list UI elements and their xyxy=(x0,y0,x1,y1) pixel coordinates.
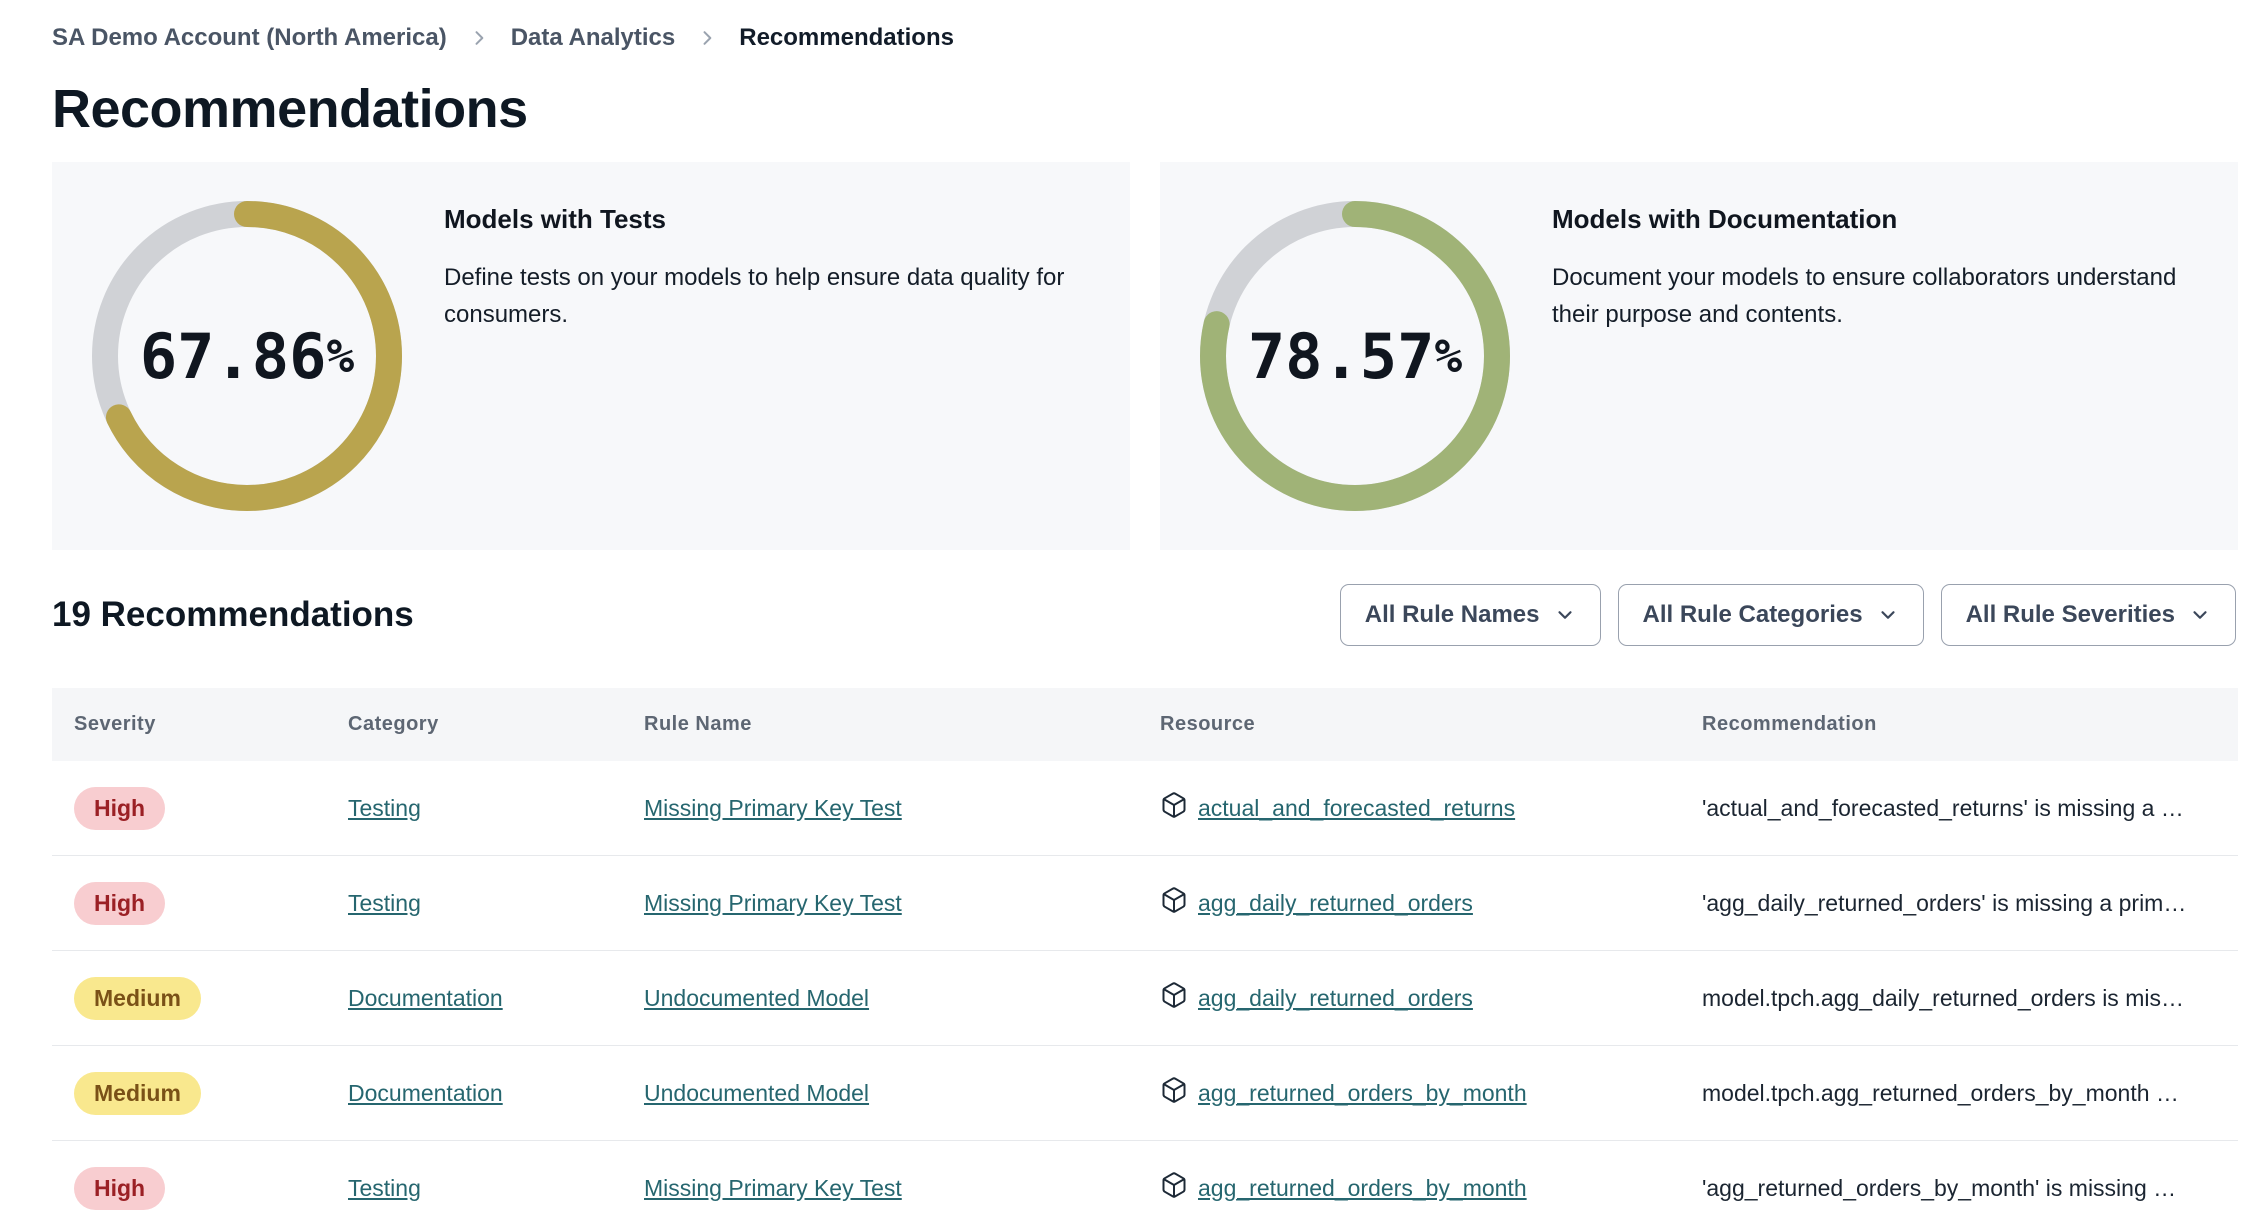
column-header-severity: Severity xyxy=(74,713,156,735)
breadcrumb-item-account[interactable]: SA Demo Account (North America) xyxy=(52,24,447,52)
recommendation-text: 'agg_daily_returned_orders' is missing a… xyxy=(1702,889,2187,916)
chevron-down-icon xyxy=(1554,604,1576,626)
filter-rule-categories-button[interactable]: All Rule Categories xyxy=(1617,584,1924,646)
table-row: Medium Documentation Undocumented Model … xyxy=(52,1046,2238,1141)
rule-name-link[interactable]: Missing Primary Key Test xyxy=(644,795,902,821)
tests-donut-chart: 67.86% xyxy=(92,201,402,511)
filter-rule-names-button[interactable]: All Rule Names xyxy=(1339,584,1601,646)
recommendation-text: 'actual_and_forecasted_returns' is missi… xyxy=(1702,794,2184,821)
severity-badge: High xyxy=(74,1166,166,1210)
documentation-percent-value: 78.57% xyxy=(1247,319,1463,393)
card-title: Models with Documentation xyxy=(1552,204,1898,234)
chevron-right-icon xyxy=(469,28,489,48)
severity-badge: Medium xyxy=(74,976,201,1020)
table-header: Severity Category Rule Name Resource Rec… xyxy=(52,688,2238,761)
card-text: Models with Tests Define tests on your m… xyxy=(444,162,1090,333)
recommendations-table: Severity Category Rule Name Resource Rec… xyxy=(52,688,2238,1220)
table-row: High Testing Missing Primary Key Test ag… xyxy=(52,1141,2238,1220)
resource-link[interactable]: agg_returned_orders_by_month xyxy=(1198,1080,1527,1107)
resource-link[interactable]: actual_and_forecasted_returns xyxy=(1198,795,1515,822)
recommendation-text: model.tpch.agg_returned_orders_by_month … xyxy=(1702,1079,2179,1106)
severity-badge: High xyxy=(74,786,166,830)
severity-badge: High xyxy=(74,881,166,925)
table-row: Medium Documentation Undocumented Model … xyxy=(52,951,2238,1046)
category-link[interactable]: Testing xyxy=(348,795,421,821)
tests-percent-value: 67.86% xyxy=(139,319,355,393)
summary-cards: 67.86% Models with Tests Define tests on… xyxy=(52,162,2238,550)
rule-name-link[interactable]: Undocumented Model xyxy=(644,1080,869,1106)
recommendations-page: SA Demo Account (North America) Data Ana… xyxy=(0,0,2248,1220)
rule-name-link[interactable]: Missing Primary Key Test xyxy=(644,890,902,916)
card-models-with-documentation: 78.57% Models with Documentation Documen… xyxy=(1160,162,2238,550)
resource-link[interactable]: agg_daily_returned_orders xyxy=(1198,985,1473,1012)
breadcrumb-item-current: Recommendations xyxy=(739,24,954,51)
chevron-down-icon xyxy=(2189,604,2211,626)
breadcrumb-item-project[interactable]: Data Analytics xyxy=(511,24,676,52)
chevron-down-icon xyxy=(1877,604,1899,626)
column-header-rule-name: Rule Name xyxy=(644,713,752,735)
model-box-icon xyxy=(1160,981,1188,1015)
filter-label: All Rule Categories xyxy=(1642,601,1863,628)
category-link[interactable]: Testing xyxy=(348,890,421,916)
column-header-recommendation: Recommendation xyxy=(1702,713,1877,735)
column-header-category: Category xyxy=(348,713,439,735)
model-box-icon xyxy=(1160,791,1188,825)
rule-name-link[interactable]: Missing Primary Key Test xyxy=(644,1175,902,1201)
table-row: High Testing Missing Primary Key Test ag… xyxy=(52,856,2238,951)
recommendation-text: model.tpch.agg_daily_returned_orders is … xyxy=(1702,984,2184,1011)
card-models-with-tests: 67.86% Models with Tests Define tests on… xyxy=(52,162,1130,550)
recommendations-count-heading: 19 Recommendations xyxy=(52,595,414,634)
card-text: Models with Documentation Document your … xyxy=(1552,162,2198,333)
model-box-icon xyxy=(1160,886,1188,920)
recommendation-text: 'agg_returned_orders_by_month' is missin… xyxy=(1702,1174,2177,1201)
resource-link[interactable]: agg_returned_orders_by_month xyxy=(1198,1175,1527,1202)
filter-group: All Rule Names All Rule Categories All R… xyxy=(1339,584,2236,646)
card-description: Define tests on your models to help ensu… xyxy=(444,264,1065,329)
table-row: High Testing Missing Primary Key Test ac… xyxy=(52,761,2238,856)
filter-rule-severities-button[interactable]: All Rule Severities xyxy=(1940,584,2236,646)
breadcrumb: SA Demo Account (North America) Data Ana… xyxy=(52,24,2238,52)
page-title: Recommendations xyxy=(52,79,528,139)
severity-badge: Medium xyxy=(74,1071,201,1115)
card-description: Document your models to ensure collabora… xyxy=(1552,264,2177,329)
column-header-resource: Resource xyxy=(1160,713,1256,735)
card-title: Models with Tests xyxy=(444,204,666,234)
category-link[interactable]: Testing xyxy=(348,1175,421,1201)
table-toolbar: 19 Recommendations All Rule Names All Ru… xyxy=(52,584,2238,646)
documentation-donut-chart: 78.57% xyxy=(1200,201,1510,511)
filter-label: All Rule Names xyxy=(1364,601,1540,628)
rule-name-link[interactable]: Undocumented Model xyxy=(644,985,869,1011)
model-box-icon xyxy=(1160,1171,1188,1205)
resource-link[interactable]: agg_daily_returned_orders xyxy=(1198,890,1473,917)
model-box-icon xyxy=(1160,1076,1188,1110)
filter-label: All Rule Severities xyxy=(1965,601,2175,628)
chevron-right-icon xyxy=(697,28,717,48)
category-link[interactable]: Documentation xyxy=(348,985,503,1011)
category-link[interactable]: Documentation xyxy=(348,1080,503,1106)
